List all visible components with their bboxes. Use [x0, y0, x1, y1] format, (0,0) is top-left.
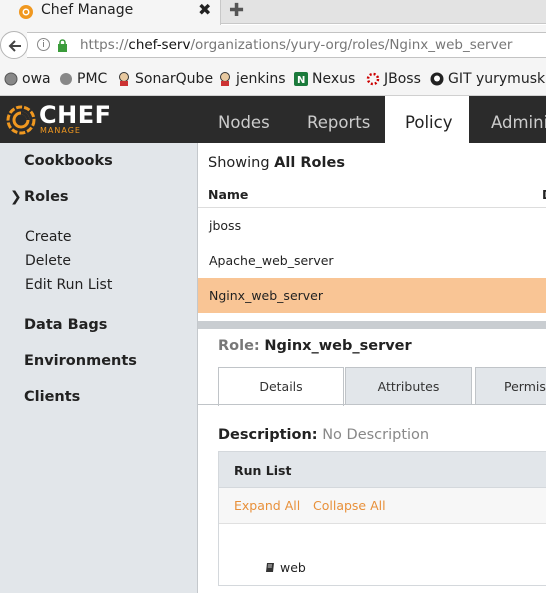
run-list-header: Run List — [219, 452, 546, 488]
chef-favicon-icon — [19, 5, 33, 19]
main-content: Showing All Roles Name D jboss Apache_we… — [198, 143, 546, 593]
logo-chef-text: CHEF — [39, 101, 112, 129]
bookmark-nexus[interactable]: N Nexus — [294, 71, 355, 87]
role-name-cell: jboss — [209, 218, 242, 233]
bookmark-jenkins[interactable]: jenkins — [218, 71, 286, 87]
collapse-all-link[interactable]: Collapse All — [313, 498, 386, 513]
browser-tab-strip: Chef Manage ✖ ✚ — [0, 0, 546, 25]
run-list-title: Run List — [234, 463, 292, 478]
svg-text:N: N — [297, 75, 305, 86]
nav-policy[interactable]: Policy — [385, 96, 469, 143]
url-text: https://chef-serv/organizations/yury-org… — [80, 37, 513, 53]
column-header-name[interactable]: Name — [208, 187, 248, 202]
bookmark-pmc[interactable]: PMC — [59, 71, 107, 87]
chevron-right-icon: ❯ — [10, 189, 22, 205]
back-arrow-icon — [8, 40, 21, 52]
logo-manage-text: MANAGE — [40, 126, 81, 135]
bookmarks-bar: owa PMC SonarQube jenkins N Nexus JBoss … — [0, 63, 546, 96]
tab-details[interactable]: Details — [218, 367, 344, 406]
table-row-selected[interactable]: Nginx_web_server — [198, 278, 546, 313]
description-line: Description: No Description — [218, 427, 430, 443]
jboss-icon — [366, 72, 380, 86]
back-button[interactable] — [0, 31, 28, 59]
nav-nodes[interactable]: Nodes — [218, 96, 270, 143]
tab-underline — [198, 404, 546, 405]
sidebar-action-edit-run-list[interactable]: Edit Run List — [25, 277, 112, 293]
role-name-cell: Apache_web_server — [209, 253, 334, 268]
tab-attributes[interactable]: Attributes — [345, 367, 472, 405]
sidebar-item-clients[interactable]: Clients — [24, 389, 80, 405]
nexus-icon: N — [294, 72, 308, 86]
address-bar[interactable]: i https://chef-serv/organizations/yury-o… — [27, 32, 546, 58]
chef-logo-icon — [6, 105, 36, 135]
role-detail-title: Role: Nginx_web_server — [218, 338, 412, 354]
sidebar-item-roles[interactable]: Roles — [24, 189, 69, 205]
bookmark-owa[interactable]: owa — [4, 71, 51, 87]
chef-manage-logo[interactable]: CHEF MANAGE — [5, 101, 115, 136]
sidebar-item-data-bags[interactable]: Data Bags — [24, 317, 107, 333]
sidebar-item-environments[interactable]: Environments — [24, 353, 137, 369]
bookmark-git[interactable]: GIT yurymuski — [430, 71, 546, 87]
close-tab-icon[interactable]: ✖ — [198, 0, 211, 19]
browser-navbar: i https://chef-serv/organizations/yury-o… — [0, 25, 546, 63]
bookmark-jboss[interactable]: JBoss — [366, 71, 421, 87]
table-row[interactable]: Apache_web_server — [198, 243, 546, 278]
sidebar-action-create[interactable]: Create — [25, 229, 72, 245]
tab-permissions[interactable]: Permiss — [475, 367, 546, 405]
run-list-panel: Run List Expand All Collapse All web — [218, 451, 546, 586]
globe-icon — [60, 73, 72, 85]
jenkins-icon — [220, 72, 230, 86]
resize-splitter[interactable] — [198, 321, 546, 329]
policy-sidebar: Cookbooks ❯ Roles Create Delete Edit Run… — [0, 143, 198, 593]
column-header-truncated[interactable]: D — [542, 187, 546, 202]
sidebar-action-delete[interactable]: Delete — [25, 253, 71, 269]
sidebar-item-cookbooks[interactable]: Cookbooks — [24, 153, 113, 169]
bookmark-sonarqube[interactable]: SonarQube — [117, 71, 213, 87]
lock-icon — [58, 39, 67, 52]
run-list-item[interactable]: web — [265, 560, 306, 575]
new-tab-icon[interactable]: ✚ — [229, 0, 244, 21]
nav-reports[interactable]: Reports — [307, 96, 370, 143]
run-list-actions: Expand All Collapse All — [219, 488, 546, 524]
browser-tab-title: Chef Manage — [41, 2, 134, 18]
globe-icon — [4, 72, 18, 86]
info-icon[interactable]: i — [37, 38, 50, 51]
jenkins-icon — [119, 72, 129, 86]
showing-label: Showing All Roles — [208, 155, 345, 171]
book-icon — [266, 563, 274, 572]
github-icon — [430, 72, 444, 86]
browser-tab[interactable]: Chef Manage ✖ — [0, 0, 221, 25]
chef-header: CHEF MANAGE Nodes Reports Policy Adminis — [0, 96, 546, 143]
role-name-cell: Nginx_web_server — [209, 288, 323, 303]
nav-administration[interactable]: Adminis — [491, 96, 546, 143]
expand-all-link[interactable]: Expand All — [234, 498, 300, 513]
table-row[interactable]: jboss — [198, 208, 546, 243]
